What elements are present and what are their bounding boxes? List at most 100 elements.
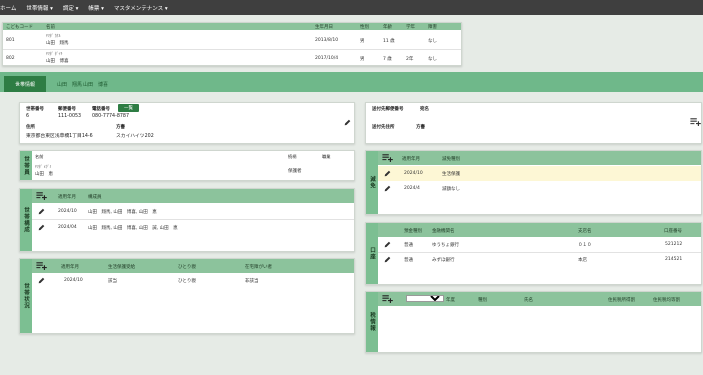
child-name: 山田 翔馬 <box>46 41 69 46</box>
tel-label: 電話番号 <box>92 107 110 112</box>
exemption-col-type: 減免種別 <box>442 157 460 162</box>
members-month: 2024/04 <box>58 225 77 230</box>
list-button[interactable]: 一覧 <box>118 104 139 112</box>
add-list-icon[interactable] <box>36 262 48 270</box>
tax-sidebar: 税情報 <box>366 292 378 352</box>
members-month: 2024/10 <box>58 209 77 214</box>
guardian-col-relation: 続柄 <box>288 154 297 159</box>
guardian-side-label: 世帯員 <box>23 155 29 176</box>
account-type: 普通 <box>404 258 413 263</box>
add-list-icon[interactable] <box>382 154 394 162</box>
exemption-card: 減免 適用年月 減免種別 2024/10 生活保護 2024/4 減額なし <box>365 150 702 215</box>
tax-info-card: 税情報 年度 種別 氏名 住民税所得割 住民税均等割 <box>365 291 702 353</box>
nav-home[interactable]: ホーム <box>0 4 21 12</box>
exemption-col-month: 適用年月 <box>402 157 420 162</box>
table-row[interactable]: 801 ﾔﾏﾀﾞ ｶｹﾙ 山田 翔馬 2013/8/10 男 11 歳 なし <box>3 31 461 48</box>
tab-household-info[interactable]: 世帯情報 <box>4 76 46 92</box>
account-number: 214521 <box>665 257 683 262</box>
col-name: 名前 <box>46 25 55 30</box>
zip-label: 郵便番号 <box>58 107 76 112</box>
account-header <box>378 223 701 237</box>
edit-pencil-icon[interactable] <box>384 241 391 248</box>
address-value: 東京都台東区浅草橋1丁目14-6 <box>26 134 93 139</box>
child-age: 7 歳 <box>383 57 392 62</box>
col-dob: 生年月日 <box>315 25 333 30</box>
child-age: 11 歳 <box>383 39 395 44</box>
account-branch: 本店 <box>578 258 587 263</box>
members-list: 山田 翔馬, 山田 博喜, 山田 誠, 山田 恵 <box>88 226 178 231</box>
account-side-label: 口座 <box>369 247 375 260</box>
send-address-label: 送付先住所 <box>372 125 395 130</box>
account-number: 521212 <box>665 242 683 247</box>
address-label: 住所 <box>26 125 35 130</box>
account-sidebar: 口座 <box>366 223 378 284</box>
nav-billing[interactable]: 調定 ▾ <box>58 4 84 12</box>
status-month: 2024/10 <box>64 278 83 283</box>
status-side-label: 世帯状況 <box>23 283 29 309</box>
exemption-sidebar: 減免 <box>366 151 378 214</box>
child-kana: ﾔﾏﾀﾞ ｶｹﾙ <box>46 33 61 38</box>
tab-child-2[interactable]: 山田 博喜 <box>83 81 108 88</box>
nav-master[interactable]: マスタメンテナンス ▾ <box>109 4 173 12</box>
child-disability: なし <box>428 39 437 44</box>
nav-household[interactable]: 世帯情報 ▾ <box>21 4 58 12</box>
zip-value: 111-0053 <box>58 114 82 119</box>
edit-pencil-icon[interactable] <box>38 224 45 231</box>
edit-pencil-icon[interactable] <box>344 119 351 126</box>
child-name: 山田 博喜 <box>46 59 69 64</box>
tax-col-per-capita: 住民税均等割 <box>653 298 680 303</box>
top-nav: ホーム 世帯情報 ▾ 調定 ▾ 帳票 ▾ マスタメンテナンス ▾ <box>0 0 703 15</box>
account-col-bank: 金融機関名 <box>432 229 455 234</box>
child-dob: 2017/10/4 <box>315 56 339 61</box>
col-sex: 性別 <box>360 25 369 30</box>
add-list-icon[interactable] <box>382 295 394 303</box>
edit-pencil-icon[interactable] <box>38 208 45 215</box>
selected-row-highlight <box>378 166 701 181</box>
account-col-number: 口座番号 <box>664 229 682 234</box>
col-code: こどもコード <box>6 25 33 30</box>
household-info-card: 世帯番号 6 郵便番号 111-0053 電話番号 080-7774-8787 … <box>19 102 355 144</box>
status-col-disabled: 在宅障がい者 <box>245 265 272 270</box>
guardian-relation: 保護者 <box>288 169 302 174</box>
members-sidebar: 世帯構成 <box>20 189 32 251</box>
table-row[interactable]: 802 ﾔﾏﾀﾞ ﾀﾞｲｷ 山田 博喜 2017/10/4 男 7 歳 2年 な… <box>3 50 461 66</box>
child-sex: 男 <box>360 57 365 62</box>
year-select[interactable] <box>406 295 444 302</box>
row-divider <box>378 252 701 253</box>
child-disability: なし <box>428 57 437 62</box>
child-code: 802 <box>6 56 15 61</box>
status-sidebar: 世帯状況 <box>20 259 32 333</box>
edit-pencil-icon[interactable] <box>384 185 391 192</box>
add-list-icon[interactable] <box>36 192 48 200</box>
exemption-header <box>378 151 701 165</box>
tab-child-1[interactable]: 山田 翔馬 <box>57 81 82 88</box>
child-kana: ﾔﾏﾀﾞ ﾀﾞｲｷ <box>46 51 63 56</box>
status-welfare: 該当 <box>108 279 117 284</box>
child-sex: 男 <box>360 39 365 44</box>
col-disability: 障害 <box>428 25 437 30</box>
guardian-card: 世帯員 名前 続柄 職業 ﾔﾏﾀﾞ ﾒｸﾞﾐ 山田 恵 保護者 <box>19 150 355 181</box>
household-id-label: 世帯番号 <box>26 107 44 112</box>
guardian-col-job: 職業 <box>322 154 331 159</box>
members-list: 山田 翔馬, 山田 博喜, 山田 恵 <box>88 210 157 215</box>
edit-pencil-icon[interactable] <box>384 170 391 177</box>
katagaki-value: スカイハイツ202 <box>116 134 154 139</box>
guardian-col-name: 名前 <box>35 154 44 159</box>
account-branch: ０１０ <box>578 243 592 248</box>
account-col-type: 預金種別 <box>404 229 422 234</box>
nav-forms[interactable]: 帳票 ▾ <box>83 4 109 12</box>
status-col-month: 適用年月 <box>61 265 79 270</box>
tax-col-name: 氏名 <box>524 298 533 303</box>
exemption-type: 生活保護 <box>442 172 460 177</box>
status-col-single: ひとり親 <box>178 265 196 270</box>
add-list-icon[interactable] <box>690 118 702 126</box>
exemption-type: 減額なし <box>442 187 460 192</box>
tel-value: 080-7774-8787 <box>92 114 130 119</box>
guardian-name: 山田 恵 <box>35 172 53 177</box>
members-header <box>32 189 354 203</box>
edit-pencil-icon[interactable] <box>384 256 391 263</box>
edit-pencil-icon[interactable] <box>38 277 45 284</box>
household-members-card: 世帯構成 適用年月 構成員 2024/10 山田 翔馬, 山田 博喜, 山田 恵… <box>19 188 355 252</box>
members-col-month: 適用年月 <box>58 195 76 200</box>
status-disabled: 非該当 <box>245 279 259 284</box>
